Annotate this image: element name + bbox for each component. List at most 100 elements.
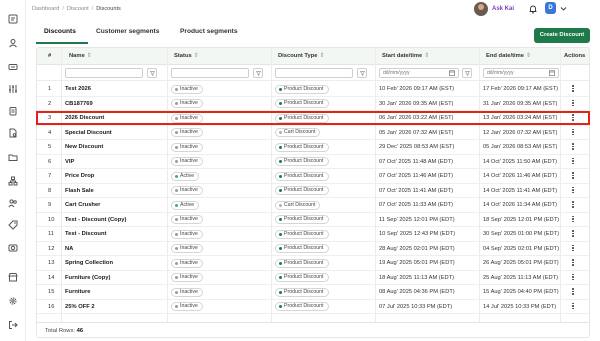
start-date-filter-button[interactable]: [462, 68, 472, 78]
folder-icon[interactable]: [8, 152, 18, 162]
discount-name[interactable]: Furniture (Copy): [65, 275, 110, 281]
filter-icon: [465, 71, 470, 76]
type-filter-input[interactable]: [275, 68, 353, 78]
name-filter-button[interactable]: [147, 68, 157, 78]
col-start-date[interactable]: Start date/time ⇕: [382, 53, 429, 59]
more-vertical-icon[interactable]: [572, 128, 575, 138]
chevron-down-icon[interactable]: [560, 5, 567, 12]
start-date-filter-input[interactable]: dd/mm/yyyy: [379, 68, 459, 78]
table-row[interactable]: 6 VIP Inactive Product Discount 07 Oct' 2025…: [37, 155, 589, 169]
table-row[interactable]: 10 Test - Discount (Copy) Inactive Product …: [37, 213, 589, 227]
col-discount-type[interactable]: Discount Type ⇕: [278, 53, 324, 59]
sliders-icon[interactable]: [8, 84, 18, 94]
table-row[interactable]: 1 Test 2026 Inactive Product Discount 10 Feb…: [37, 82, 589, 97]
row-index: 13: [48, 260, 55, 266]
col-end-date[interactable]: End date/time ⇕: [486, 53, 531, 59]
discount-name[interactable]: Cart Crusher: [65, 202, 100, 208]
col-name[interactable]: Name ⇕: [69, 53, 92, 59]
discount-name[interactable]: Special Discount: [65, 130, 112, 136]
col-status[interactable]: Status ⇕: [174, 53, 199, 59]
more-vertical-icon[interactable]: [572, 259, 575, 268]
team-icon[interactable]: [8, 198, 18, 208]
table-row[interactable]: 16 25% OFF 2 Inactive Product Discount 07 Ju…: [37, 300, 589, 314]
discount-name[interactable]: New Discount: [65, 144, 103, 150]
end-date: 13 Jan' 2026 03:24 AM (EST): [483, 115, 558, 121]
more-vertical-icon[interactable]: [572, 85, 575, 94]
more-vertical-icon[interactable]: [572, 114, 575, 123]
table-row[interactable]: 2 CB187769 Inactive Product Discount 30 Jan'…: [37, 97, 589, 111]
discount-name[interactable]: Furniture: [65, 289, 90, 295]
camera-icon[interactable]: [8, 242, 18, 252]
user-icon[interactable]: [8, 38, 18, 48]
start-date: 30 Jan' 2026 09:35 AM (EST): [379, 100, 454, 107]
workspace-button[interactable]: D: [545, 2, 556, 14]
discount-name[interactable]: CB187769: [65, 101, 93, 107]
breadcrumb-discount[interactable]: Discount: [67, 6, 89, 12]
discount-name[interactable]: 25% OFF 2: [65, 304, 95, 310]
table-row[interactable]: 8 Flash Sale Inactive Product Discount 07 Oc…: [37, 184, 589, 198]
bell-icon[interactable]: [528, 4, 538, 14]
more-vertical-icon[interactable]: [572, 215, 575, 225]
row-index: 2: [48, 100, 52, 107]
table-row[interactable]: 13 Spring Collection Inactive Product Disco…: [37, 256, 589, 271]
store-icon[interactable]: [8, 272, 18, 282]
more-vertical-icon[interactable]: [572, 186, 575, 196]
table-row[interactable]: 3 2026 Discount Inactive Product Discount 06…: [37, 111, 589, 126]
discount-name[interactable]: Spring Collection: [65, 260, 113, 266]
breadcrumb-dashboard[interactable]: Dashboard: [32, 6, 59, 12]
discount-name[interactable]: NA: [65, 246, 73, 252]
clipboard-icon[interactable]: [8, 106, 18, 116]
discount-name[interactable]: Test - Discount (Copy): [65, 217, 126, 223]
more-vertical-icon[interactable]: [572, 230, 575, 239]
status-badge: Inactive: [171, 215, 203, 224]
tab-customer-segments[interactable]: Customer segments: [96, 28, 159, 35]
row-index: 8: [48, 187, 52, 194]
more-vertical-icon[interactable]: [572, 273, 575, 283]
type-filter-button[interactable]: [357, 68, 367, 78]
table-row[interactable]: 4 Special Discount Inactive Cart Discount 05…: [37, 126, 589, 140]
discount-type-badge: Product Discount: [275, 302, 329, 311]
table-row[interactable]: 14 Furniture (Copy) Inactive Product Discou…: [37, 271, 589, 285]
name-filter-input[interactable]: [65, 68, 143, 78]
discount-name[interactable]: Price Drop: [65, 173, 94, 179]
table-row[interactable]: 7 Price Drop Active Product Discount 07 Oct'…: [37, 169, 589, 184]
discount-name[interactable]: Flash Sale: [65, 188, 94, 194]
more-vertical-icon[interactable]: [572, 172, 575, 181]
create-discount-button[interactable]: Create Discount: [534, 28, 590, 43]
network-icon[interactable]: [8, 176, 18, 186]
status-dot: [175, 131, 178, 135]
filter-row: dd/mm/yyyy dd/mm/yyyy: [37, 65, 589, 81]
document-icon[interactable]: [8, 128, 18, 138]
discount-name[interactable]: Test 2026: [65, 86, 91, 92]
start-date: 07 Jul' 2025 10:33 PM (EDT): [379, 303, 453, 310]
tab-discounts[interactable]: Discounts: [44, 28, 76, 35]
more-vertical-icon[interactable]: [572, 157, 575, 167]
discount-name[interactable]: VIP: [65, 159, 74, 165]
status-filter-button[interactable]: [253, 68, 263, 78]
table-row[interactable]: 9 Cart Crusher Active Cart Discount 07 Oct' …: [37, 198, 589, 213]
logout-icon[interactable]: [8, 320, 18, 330]
more-vertical-icon[interactable]: [572, 99, 575, 109]
more-vertical-icon[interactable]: [572, 288, 575, 297]
status-filter-input[interactable]: [171, 68, 249, 78]
more-vertical-icon[interactable]: [572, 201, 575, 210]
table-row[interactable]: 11 Test - Discount Inactive Product Discoun…: [37, 227, 589, 242]
price-tag-icon[interactable]: [8, 220, 18, 230]
tag-icon[interactable]: [8, 62, 18, 72]
tab-product-segments[interactable]: Product segments: [180, 28, 238, 35]
settings-icon[interactable]: [8, 296, 18, 306]
table-row[interactable]: 15 Furniture Inactive Product Discount 08 Au…: [37, 285, 589, 300]
discount-name[interactable]: 2026 Discount: [65, 115, 104, 121]
user-name[interactable]: Ask Kai: [492, 6, 514, 12]
end-date-filter-input[interactable]: dd/mm/yyyy: [483, 68, 559, 78]
start-date: 28 Aug' 2025 02:01 PM (EDT): [379, 245, 455, 252]
discount-name[interactable]: Test - Discount: [65, 231, 106, 237]
more-vertical-icon[interactable]: [572, 143, 575, 152]
more-vertical-icon[interactable]: [572, 302, 575, 312]
more-vertical-icon[interactable]: [572, 244, 575, 254]
table-row[interactable]: 12 NA Inactive Product Discount 28 Aug' 2025…: [37, 242, 589, 256]
dashboard-icon[interactable]: [8, 14, 18, 24]
avatar[interactable]: [474, 2, 488, 16]
table-row[interactable]: 5 New Discount Inactive Product Discount 29 …: [37, 140, 589, 155]
discount-type-badge: Product Discount: [275, 287, 329, 297]
